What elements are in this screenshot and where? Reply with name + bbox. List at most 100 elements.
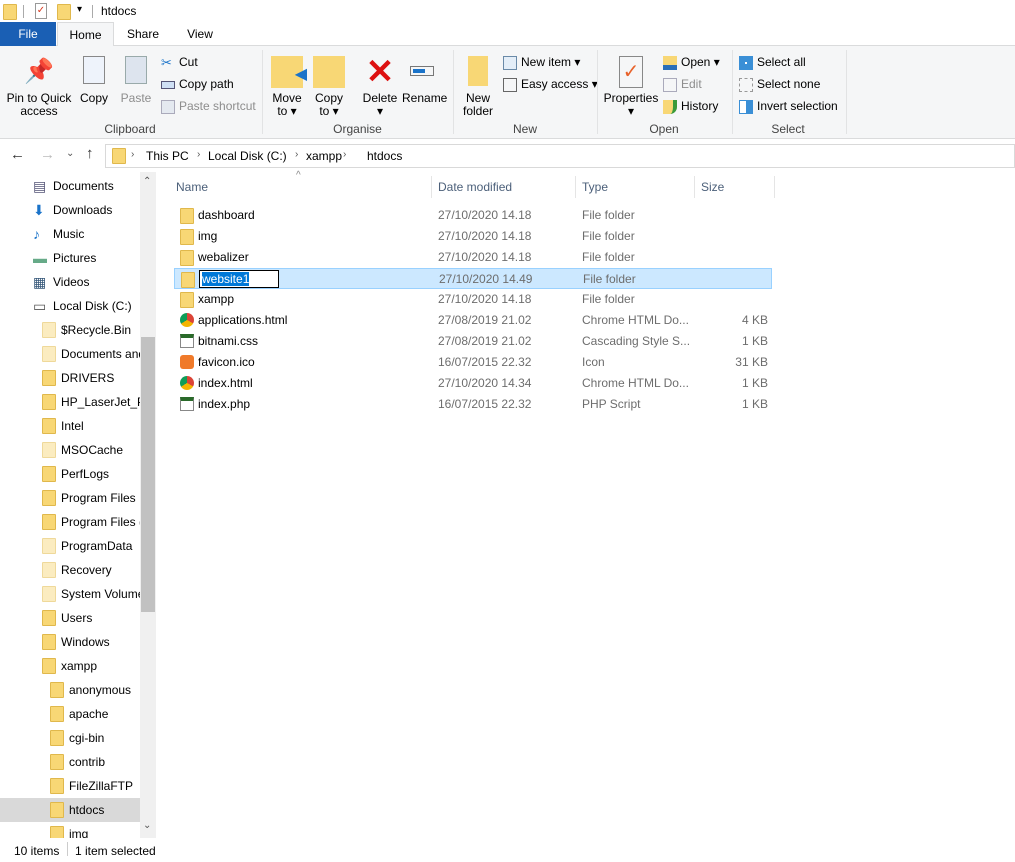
nav-item-hp-laserjet-pro[interactable]: HP_LaserJet_Pro xyxy=(0,390,140,414)
nav-item-label: Program Files xyxy=(61,491,136,505)
nav-item-documents[interactable]: ▤ Documents xyxy=(0,174,140,198)
nav-item-cgi-bin[interactable]: cgi-bin xyxy=(0,726,140,750)
chrome-icon xyxy=(180,376,194,390)
file-row[interactable]: bitnami.css 27/08/2019 21.02 Cascading Sty… xyxy=(174,331,772,352)
properties-quick-icon[interactable]: ✓ xyxy=(35,3,47,19)
column-header-name[interactable]: Name xyxy=(170,176,432,198)
file-row[interactable]: website1 27/10/2020 14.49 File folder xyxy=(174,268,772,289)
file-name: img xyxy=(198,229,218,243)
rename-icon xyxy=(408,56,440,88)
up-arrow-icon[interactable]: ↑ xyxy=(86,145,94,162)
nav-item-img[interactable]: img xyxy=(0,822,140,838)
nav-item-downloads[interactable]: ⬇ Downloads xyxy=(0,198,140,222)
nav-item-documents-and-settings[interactable]: Documents and Settings xyxy=(0,342,140,366)
nav-item-pictures[interactable]: ▬ Pictures xyxy=(0,246,140,270)
file-row[interactable]: index.html 27/10/2020 14.34 Chrome HTML Do… xyxy=(174,373,772,394)
file-row[interactable]: webalizer 27/10/2020 14.18 File folder xyxy=(174,247,772,268)
nav-scrollbar[interactable]: ⌃ ⌄ xyxy=(140,172,156,838)
properties-icon: ✓ xyxy=(619,56,643,88)
cut-button[interactable]: ✂ Cut xyxy=(161,52,198,72)
properties-button[interactable]: ✓ Properties ▾ xyxy=(602,56,660,118)
nav-item-users[interactable]: Users xyxy=(0,606,140,630)
folder-icon xyxy=(50,682,64,698)
divider xyxy=(67,842,68,856)
tab-home[interactable]: Home xyxy=(57,22,114,47)
nav-item-recycle-bin[interactable]: $Recycle.Bin xyxy=(0,318,140,342)
copy-button[interactable]: Copy xyxy=(76,56,112,105)
file-date: 16/07/2015 22.32 xyxy=(438,355,532,369)
copy-path-button[interactable]: Copy path xyxy=(161,74,234,94)
nav-item-contrib[interactable]: contrib xyxy=(0,750,140,774)
folder-icon xyxy=(181,272,195,288)
nav-item-recovery[interactable]: Recovery xyxy=(0,558,140,582)
file-row[interactable]: favicon.ico 16/07/2015 22.32 Icon 31 KB xyxy=(174,352,772,373)
rename-input[interactable]: website1 xyxy=(199,270,279,288)
nav-item-windows[interactable]: Windows xyxy=(0,630,140,654)
copy-to-button[interactable]: Copy to ▾ xyxy=(310,56,348,118)
delete-x-icon: ✕ xyxy=(365,53,395,91)
file-row[interactable]: img 27/10/2020 14.18 File folder xyxy=(174,226,772,247)
breadcrumb-this-pc[interactable]: This PC xyxy=(146,149,189,163)
easy-access-button[interactable]: Easy access ▾ xyxy=(503,74,598,94)
tab-view[interactable]: View xyxy=(175,22,225,46)
breadcrumb-htdocs[interactable]: htdocs xyxy=(367,149,402,163)
breadcrumb-xampp[interactable]: xampp xyxy=(306,149,342,163)
column-header-date[interactable]: Date modified xyxy=(432,176,576,198)
scroll-down-icon[interactable]: ⌄ xyxy=(143,820,151,831)
recent-locations-chevron-icon[interactable]: ⌄ xyxy=(66,148,74,159)
new-item-button[interactable]: New item ▾ xyxy=(503,52,580,72)
paste-button[interactable]: Paste xyxy=(117,56,155,105)
nav-item-programdata[interactable]: ProgramData xyxy=(0,534,140,558)
scrollbar-thumb[interactable] xyxy=(141,337,155,612)
videos-icon: ▦ xyxy=(33,274,47,290)
scroll-up-icon[interactable]: ⌃ xyxy=(143,176,151,187)
new-folder-quick-icon[interactable] xyxy=(57,4,71,20)
nav-item-music[interactable]: ♪ Music xyxy=(0,222,140,246)
file-row[interactable]: index.php 16/07/2015 22.32 PHP Script 1 KB xyxy=(174,394,772,415)
customize-quick-access-icon[interactable]: ▾ xyxy=(77,4,82,15)
paste-shortcut-button[interactable]: Paste shortcut xyxy=(161,96,256,116)
delete-button[interactable]: ✕ Delete ▾ xyxy=(360,53,400,118)
nav-item-system-volume-information[interactable]: System Volume Information xyxy=(0,582,140,606)
pin-to-quick-access-button[interactable]: 📌 Pin to Quick access xyxy=(4,56,74,118)
file-row[interactable]: applications.html 27/08/2019 21.02 Chrome … xyxy=(174,310,772,331)
nav-item-xampp[interactable]: xampp xyxy=(0,654,140,678)
file-row[interactable]: dashboard 27/10/2020 14.18 File folder xyxy=(174,205,772,226)
tab-file[interactable]: File xyxy=(0,22,56,46)
open-button[interactable]: Open ▾ xyxy=(663,52,720,72)
nav-item-program-files[interactable]: Program Files xyxy=(0,486,140,510)
nav-item-local-disk-c[interactable]: ▭ Local Disk (C:) xyxy=(0,294,140,318)
file-row[interactable]: xampp 27/10/2020 14.18 File folder xyxy=(174,289,772,310)
file-type: File folder xyxy=(582,208,635,222)
invert-selection-button[interactable]: Invert selection xyxy=(739,96,838,116)
edit-button[interactable]: Edit xyxy=(663,74,702,94)
select-all-button[interactable]: Select all xyxy=(739,52,806,72)
column-header-size[interactable]: Size xyxy=(695,176,775,198)
column-header-type[interactable]: Type xyxy=(576,176,695,198)
nav-item-drivers[interactable]: DRIVERS xyxy=(0,366,140,390)
select-none-button[interactable]: Select none xyxy=(739,74,820,94)
new-folder-button[interactable]: New folder xyxy=(458,56,498,118)
nav-item-htdocs[interactable]: htdocs xyxy=(0,798,140,822)
nav-item-videos[interactable]: ▦ Videos xyxy=(0,270,140,294)
history-button[interactable]: History xyxy=(663,96,718,116)
nav-item-intel[interactable]: Intel xyxy=(0,414,140,438)
move-to-button[interactable]: ◀ Move to ▾ xyxy=(268,56,307,118)
tab-share[interactable]: Share xyxy=(118,22,168,46)
nav-item-program-files-x86[interactable]: Program Files (x86) xyxy=(0,510,140,534)
forward-arrow-icon[interactable]: → xyxy=(40,146,55,163)
music-icon: ♪ xyxy=(33,226,40,242)
breadcrumb-local-disk[interactable]: Local Disk (C:) xyxy=(208,149,287,163)
nav-item-anonymous[interactable]: anonymous xyxy=(0,678,140,702)
address-bar[interactable]: › This PC › Local Disk (C:) › xampp › ht… xyxy=(105,144,1015,168)
nav-item-msocache[interactable]: MSOCache xyxy=(0,438,140,462)
folder-icon xyxy=(42,418,56,434)
file-date: 27/10/2020 14.49 xyxy=(439,272,533,286)
nav-item-filezillaftp[interactable]: FileZillaFTP xyxy=(0,774,140,798)
chevron-right-icon: › xyxy=(131,149,135,160)
nav-item-apache[interactable]: apache xyxy=(0,702,140,726)
back-arrow-icon[interactable]: ← xyxy=(10,146,25,163)
nav-item-perflogs[interactable]: PerfLogs xyxy=(0,462,140,486)
group-label-select: Select xyxy=(771,122,805,136)
rename-button[interactable]: Rename xyxy=(402,56,447,105)
